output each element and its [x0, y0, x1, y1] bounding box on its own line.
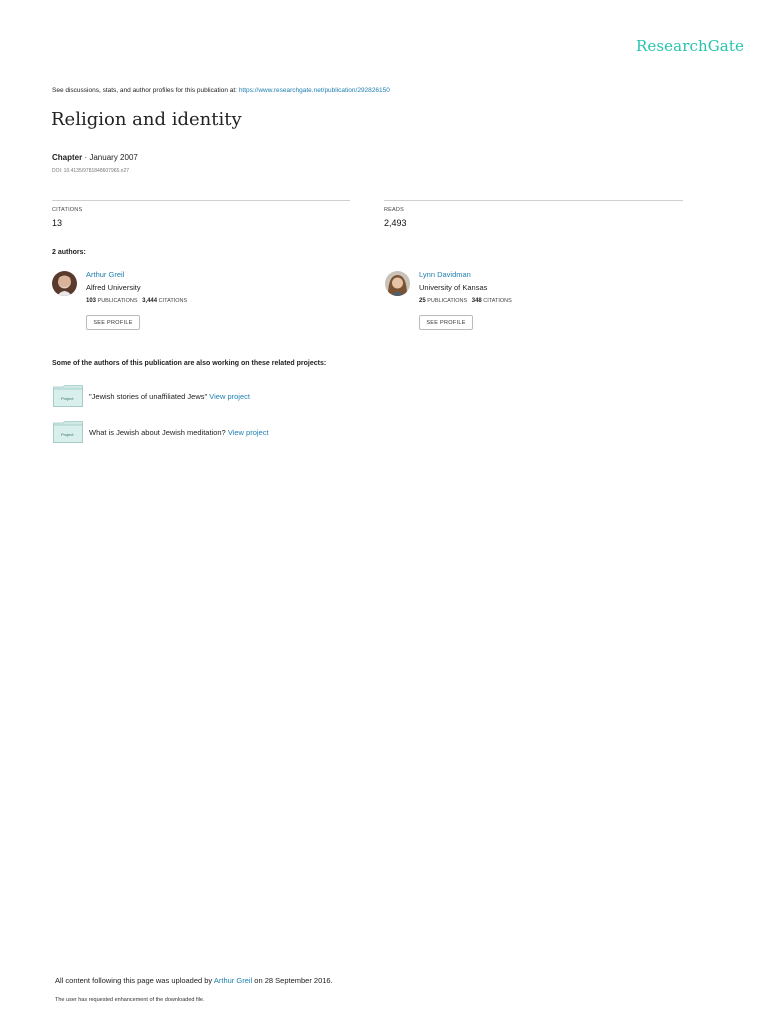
- author-name-link[interactable]: Arthur Greil: [86, 270, 124, 279]
- uploader-link[interactable]: Arthur Greil: [214, 976, 252, 985]
- author-publications-label: PUBLICATIONS: [97, 298, 138, 304]
- author-institution: University of Kansas: [419, 283, 488, 292]
- researchgate-logo[interactable]: ResearchGate: [636, 37, 744, 55]
- project-item: "Jewish stories of unaffiliated Jews" Vi…: [89, 392, 250, 401]
- avatar-arthur-greil[interactable]: [52, 271, 77, 296]
- view-project-link[interactable]: View project: [209, 392, 250, 401]
- author-citations-label: CITATIONS: [483, 298, 512, 304]
- author-institution: Alfred University: [86, 283, 141, 292]
- reads-divider: [384, 200, 683, 201]
- avatar-photo-icon: [52, 271, 77, 296]
- citations-label: CITATIONS: [52, 207, 83, 213]
- publication-meta: Chapter · January 2007: [52, 153, 138, 162]
- project-item: What is Jewish about Jewish meditation? …: [89, 428, 269, 437]
- enhancement-notice: The user has requested enhancement of th…: [55, 997, 205, 1003]
- authors-heading: 2 authors:: [52, 249, 86, 256]
- see-profile-button[interactable]: SEE PROFILE: [86, 315, 140, 330]
- author-publications-count: 103: [86, 298, 97, 304]
- author-publications-count: 25: [419, 298, 426, 304]
- avatar-lynn-davidman[interactable]: [385, 271, 410, 296]
- see-discussions-line: See discussions, stats, and author profi…: [52, 87, 390, 94]
- upload-suffix: on 28 September 2016.: [254, 976, 333, 985]
- publication-title: Religion and identity: [51, 109, 242, 130]
- author-citations-label: CITATIONS: [158, 298, 188, 304]
- citations-value: 13: [52, 218, 63, 228]
- upload-notice: All content following this page was uplo…: [55, 976, 333, 985]
- upload-prefix: All content following this page was uplo…: [55, 976, 213, 985]
- see-discussions-text: See discussions, stats, and author profi…: [52, 87, 237, 94]
- author-stats: 103 PUBLICATIONS 3,444 CITATIONS: [86, 298, 187, 304]
- project-title: "Jewish stories of unaffiliated Jews": [89, 392, 208, 401]
- project-icon-label: Project: [61, 396, 74, 401]
- reads-value: 2,493: [384, 218, 407, 228]
- view-project-link[interactable]: View project: [228, 428, 269, 437]
- publication-doi: DOI: 10.4135/9781848607965.n27: [52, 168, 130, 174]
- project-icon-label: Project: [61, 432, 74, 437]
- project-title: What is Jewish about Jewish meditation?: [89, 428, 226, 437]
- citations-divider: [52, 200, 350, 201]
- see-profile-button[interactable]: SEE PROFILE: [419, 315, 473, 330]
- reads-label: READS: [384, 207, 404, 213]
- author-publications-label: PUBLICATIONS: [427, 298, 468, 304]
- related-projects-heading: Some of the authors of this publication …: [52, 360, 327, 367]
- author-citations-count: 3,444: [142, 298, 158, 304]
- publication-date: January 2007: [89, 153, 138, 162]
- publication-type: Chapter: [52, 153, 83, 162]
- author-name-link[interactable]: Lynn Davidman: [419, 270, 471, 279]
- author-citations-count: 348: [471, 298, 482, 304]
- publication-url-link[interactable]: https://www.researchgate.net/publication…: [239, 87, 390, 94]
- avatar-photo-icon: [385, 271, 410, 296]
- author-stats: 25 PUBLICATIONS 348 CITATIONS: [419, 298, 512, 304]
